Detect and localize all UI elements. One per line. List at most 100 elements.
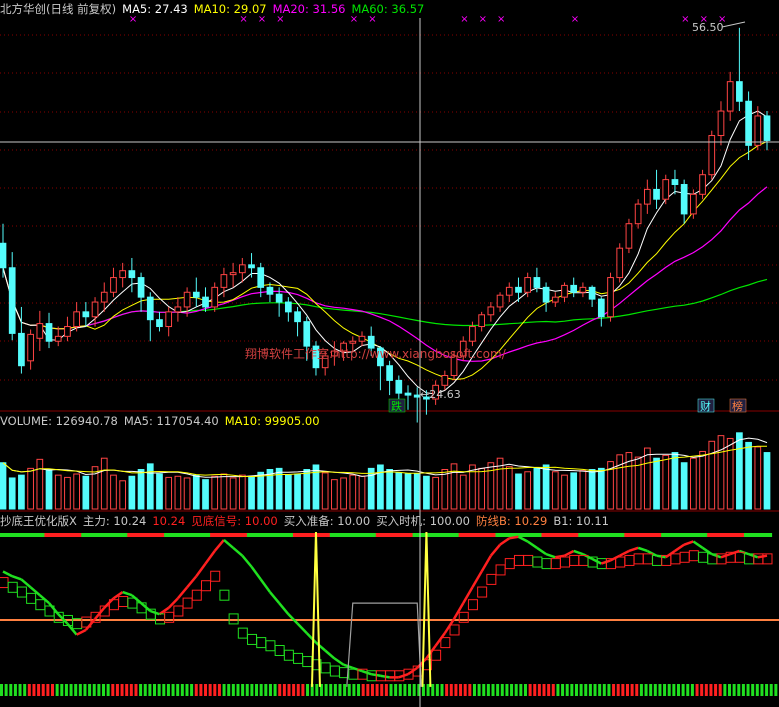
stock-chart[interactable]: × × × × × × × × × × × × ×56.50←24.63翔博软件工作室:http://w… xyxy=(0,0,779,707)
signal-strip-bar xyxy=(88,684,92,696)
signal-marker: × xyxy=(571,14,579,25)
signal-strip-bar xyxy=(561,684,565,696)
volume-bar xyxy=(377,464,384,510)
signal-band-top xyxy=(385,533,395,537)
signal-band-top xyxy=(210,533,220,537)
signal-band-top xyxy=(200,533,211,537)
signal-band-top xyxy=(191,533,202,537)
signal-strip-bar xyxy=(255,684,259,696)
candle-body xyxy=(202,296,209,308)
signal-strip-bar xyxy=(755,684,759,696)
signal-strip-bar xyxy=(704,684,708,696)
box-step xyxy=(513,554,524,566)
chart-title: 北方华创(日线 前复权) xyxy=(0,2,117,16)
signal-strip-bar xyxy=(398,684,402,696)
signal-strip-bar xyxy=(760,684,764,696)
signal-strip-bar xyxy=(449,684,453,696)
signal-strip-bar xyxy=(148,684,152,696)
candle-body xyxy=(349,340,357,344)
signal-strip-bar xyxy=(667,684,671,696)
volume-bar xyxy=(119,480,127,510)
signal-band-top xyxy=(145,533,156,537)
volume-bar xyxy=(717,435,725,510)
volume-bar xyxy=(588,469,596,510)
volume-bar xyxy=(183,477,191,510)
price-legend: 北方华创(日线 前复权) MA5: 27.43 MA10: 29.07 MA20: 3… xyxy=(0,1,430,17)
signal-strip-bar xyxy=(380,684,384,696)
high-price-label: 56.50 xyxy=(692,21,724,34)
signal-strip-bar xyxy=(190,684,194,696)
signal-strip-bar xyxy=(268,684,272,696)
candle-body xyxy=(542,286,550,303)
signal-strip-bar xyxy=(357,684,361,696)
signal-strip-bar xyxy=(412,684,416,696)
signal-band-top xyxy=(762,533,773,537)
signal-band-top xyxy=(108,533,119,537)
signal-strip-bar xyxy=(714,684,718,696)
candle-body xyxy=(643,188,651,205)
candle-body xyxy=(404,392,412,396)
volume-legend: VOLUME: 126940.78 MA5: 117054.40 MA10: 999… xyxy=(0,413,326,429)
signal-strip-bar xyxy=(315,684,319,696)
candle-body xyxy=(8,267,16,334)
volume-bar xyxy=(459,474,467,510)
signal-strip-bar xyxy=(598,684,602,696)
candle-body xyxy=(634,203,642,225)
signal-band-top xyxy=(366,533,377,537)
signal-strip-bar xyxy=(18,684,22,696)
box-step xyxy=(35,599,46,611)
volume-bar xyxy=(643,447,651,510)
volume-bar xyxy=(100,457,108,510)
signal-strip-bar xyxy=(41,684,45,696)
signal-strip-bar xyxy=(533,684,537,696)
oscillator-segment xyxy=(76,628,87,636)
signal-band-top xyxy=(44,533,55,537)
box-step xyxy=(734,551,745,563)
candle-body xyxy=(597,298,605,318)
ind-legend-item: 防线B: 10.29 xyxy=(475,514,548,528)
candle-body xyxy=(91,301,99,318)
signal-band-top xyxy=(90,533,101,537)
volume-panel[interactable] xyxy=(0,432,779,512)
signal-band-top xyxy=(541,533,552,537)
box-step xyxy=(256,637,267,649)
signal-strip-bar xyxy=(547,684,551,696)
box-step xyxy=(541,558,552,570)
signal-marker: × xyxy=(497,14,505,25)
candle-body xyxy=(137,277,145,298)
candle-body xyxy=(726,81,734,112)
box-step xyxy=(633,553,644,565)
ind-legend-item: 买入时机: 100.00 xyxy=(376,514,470,528)
price-panel[interactable]: × × × × × × × × × × × × ×56.50←24.63翔博软件工作室:http://w… xyxy=(0,14,779,423)
signal-strip-bar xyxy=(510,684,514,696)
candle-body xyxy=(64,326,71,337)
candle-body xyxy=(358,335,366,342)
candle-body xyxy=(570,284,578,293)
ind-legend-item: 10.24 xyxy=(152,514,186,528)
signal-band-top xyxy=(35,533,45,537)
signal-strip-bar xyxy=(23,684,27,696)
signal-strip-bar xyxy=(454,684,458,696)
ind-legend-item: 抄底王优化版X xyxy=(0,514,77,528)
signal-strip-bar xyxy=(658,684,662,696)
signal-strip-bar xyxy=(273,684,277,696)
signal-strip-bar xyxy=(676,684,680,696)
indicator-panel[interactable] xyxy=(0,531,779,696)
signal-band-top xyxy=(348,533,358,537)
signal-strip-bar xyxy=(491,684,495,696)
oscillator-segment xyxy=(692,540,704,549)
candle-body xyxy=(395,379,403,394)
signal-strip-bar xyxy=(176,684,180,696)
signal-strip-bar xyxy=(162,684,166,696)
candle-body xyxy=(533,277,541,288)
bottom-signal-spike xyxy=(421,531,432,687)
ma20-line xyxy=(2,186,768,362)
signal-band-top xyxy=(357,533,368,537)
volume-bar xyxy=(542,464,550,510)
volume-bar xyxy=(18,474,25,510)
box-step xyxy=(559,556,570,568)
candle-body xyxy=(524,277,532,293)
volume-bar xyxy=(257,471,265,510)
ind-legend-item: 买入准备: 10.00 xyxy=(283,514,371,528)
candle-body xyxy=(662,179,670,200)
